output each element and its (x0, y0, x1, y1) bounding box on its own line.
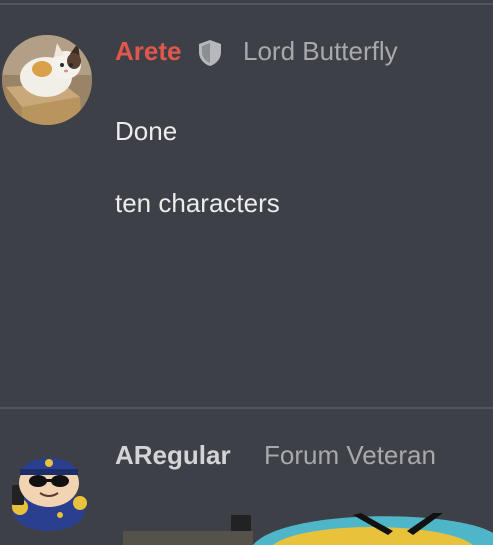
user-title: Lord Butterfly (243, 36, 398, 66)
author-name[interactable]: ARegular (115, 440, 231, 470)
post-body-line: Done (115, 116, 178, 146)
post-divider (0, 407, 493, 409)
post-arete: Arete Lord Butterfly Done ten characters (0, 0, 493, 407)
post-body-line: ten characters (115, 188, 280, 218)
cartman-image-embed-icon (123, 513, 493, 545)
cat-in-box-avatar-icon (2, 35, 92, 125)
embedded-image[interactable] (123, 513, 493, 545)
avatar[interactable] (6, 445, 92, 531)
shield-icon (199, 40, 221, 66)
user-title: Forum Veteran (264, 440, 436, 470)
author-name[interactable]: Arete (115, 36, 181, 66)
avatar[interactable] (2, 35, 92, 125)
cartman-police-avatar-icon (12, 458, 87, 531)
